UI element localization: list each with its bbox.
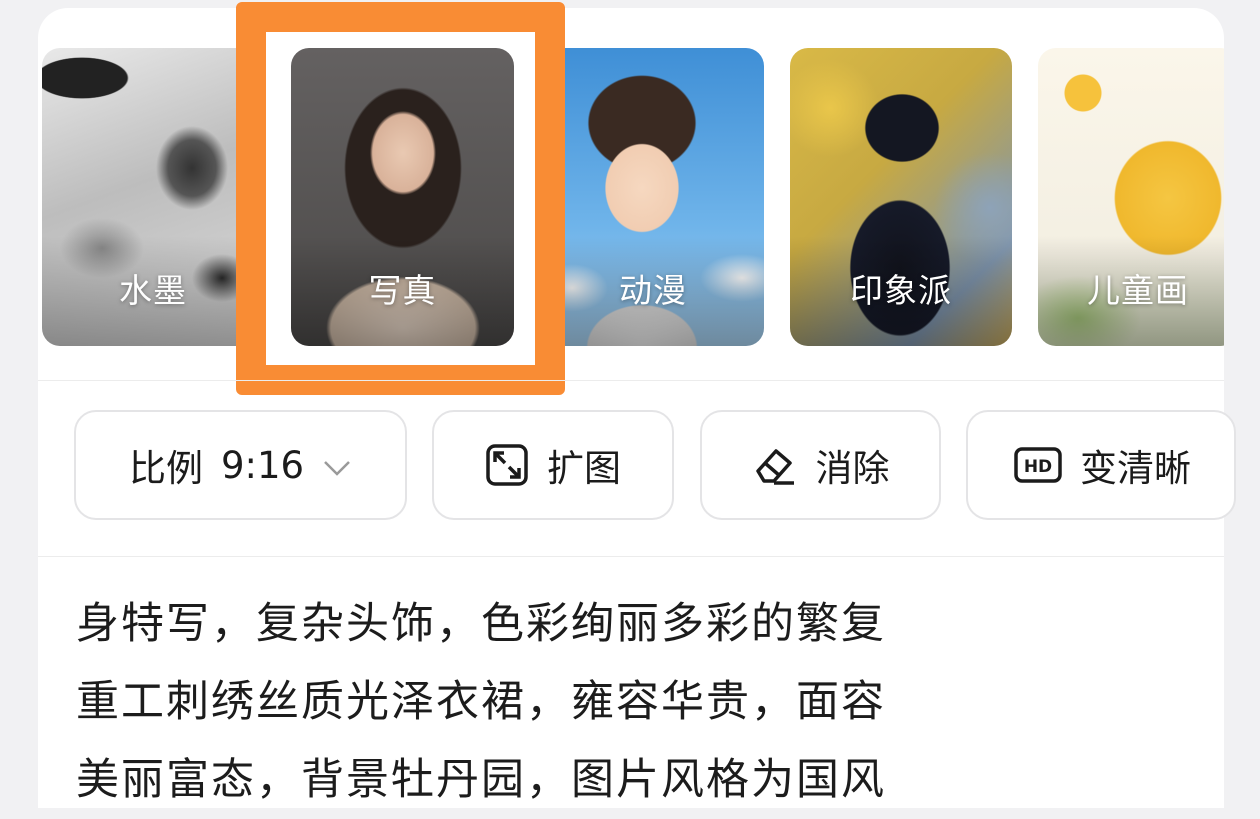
- style-label: 动漫: [619, 271, 687, 310]
- style-list: 水墨 写真 动漫 印象派 儿童画: [38, 48, 1224, 348]
- ratio-label: 比例: [128, 447, 203, 490]
- erase-button[interactable]: 消除: [700, 410, 941, 520]
- style-tile-impressionism[interactable]: 印象派: [790, 48, 1012, 346]
- style-label: 印象派: [850, 271, 952, 310]
- divider: [38, 380, 1224, 381]
- expand-icon: [485, 443, 529, 487]
- style-tile-anime[interactable]: 动漫: [542, 48, 764, 346]
- hd-icon: HD: [1014, 447, 1062, 483]
- expand-label: 扩图: [547, 447, 621, 490]
- style-label: 水墨: [119, 271, 187, 310]
- divider: [38, 556, 1224, 557]
- eraser-icon: [752, 443, 798, 487]
- prompt-line: 美丽富态，背景牡丹园，图片风格为国风: [76, 755, 886, 805]
- svg-text:HD: HD: [1024, 457, 1052, 477]
- aspect-ratio-dropdown[interactable]: 比例 9:16: [74, 410, 407, 520]
- style-label: 写真: [368, 271, 437, 310]
- style-tile-portrait[interactable]: 写真: [291, 48, 514, 346]
- prompt-line: 重工刺绣丝质光泽衣裙，雍容华贵，面容: [76, 677, 886, 727]
- style-tile-kids-drawing[interactable]: 儿童画: [1038, 48, 1224, 346]
- erase-label: 消除: [815, 447, 890, 490]
- expand-image-button[interactable]: 扩图: [432, 410, 674, 520]
- chevron-down-icon: [322, 444, 352, 487]
- ratio-value: 9:16: [220, 443, 305, 487]
- enhance-clarity-label: 变清晰: [1080, 447, 1191, 490]
- prompt-text[interactable]: 身特写，复杂头饰，色彩绚丽多彩的繁复 重工刺绣丝质光泽衣裙，雍容华贵，面容 美丽…: [76, 585, 1056, 819]
- enhance-clarity-button[interactable]: HD 变清晰: [966, 410, 1236, 520]
- style-tile-ink[interactable]: 水墨: [42, 48, 264, 346]
- style-label: 儿童画: [1087, 271, 1189, 310]
- prompt-line: 身特写，复杂头饰，色彩绚丽多彩的繁复: [76, 599, 886, 649]
